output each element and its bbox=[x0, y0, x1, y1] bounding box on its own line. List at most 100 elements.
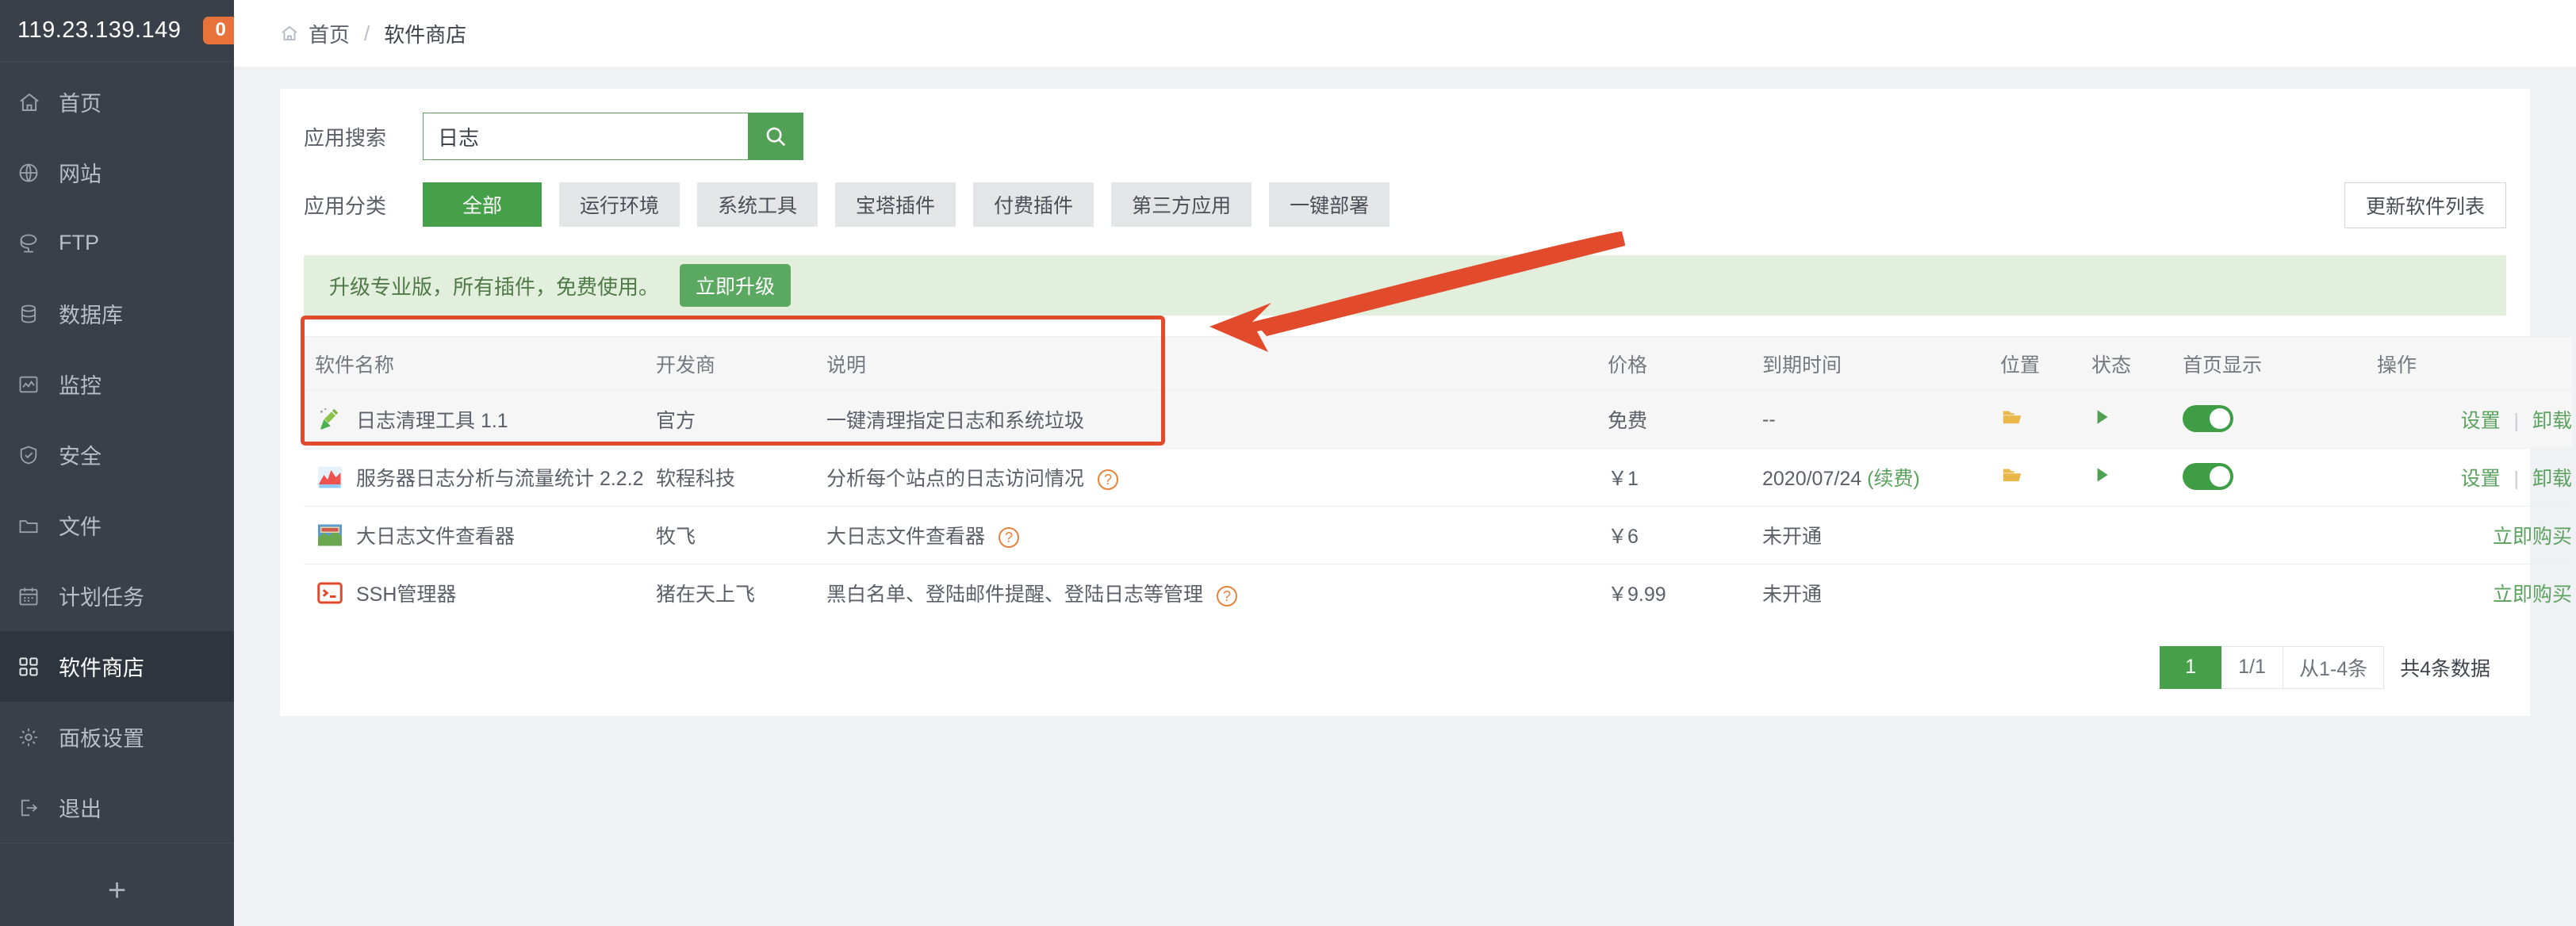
header-expiry: 到期时间 bbox=[1751, 336, 1989, 391]
sidebar-item-label: 安全 bbox=[59, 445, 102, 469]
software-store-panel: 应用搜索 应用分类 全部 运行环境 系统工具 bbox=[280, 89, 2572, 716]
app-description: 分析每个站点的日志访问情况 bbox=[826, 468, 1085, 490]
page-range: 从1-4条 bbox=[2283, 645, 2385, 689]
settings-link[interactable]: 设置 bbox=[2461, 468, 2501, 490]
sidebar-item-database[interactable]: 数据库 bbox=[0, 278, 234, 349]
category-paid-plugins[interactable]: 付费插件 bbox=[973, 182, 1094, 227]
cell-name: 日志清理工具 1.1 bbox=[304, 390, 645, 449]
cell-name: SSH管理器 bbox=[304, 564, 645, 622]
sidebar-item-ftp[interactable]: FTP bbox=[0, 208, 234, 278]
table-row[interactable]: 服务器日志分析与流量统计 2.2.2 软程科技 分析每个站点的日志访问情况 ? … bbox=[304, 448, 2572, 507]
category-buttons: 全部 运行环境 系统工具 宝塔插件 付费插件 第三方应用 一键部署 bbox=[423, 182, 1390, 227]
expiry-value: 2020/07/24 bbox=[1762, 468, 1862, 490]
pagination-group: 1 1/1 从1-4条 共4条数据 bbox=[2160, 645, 2506, 689]
breadcrumb-separator: / bbox=[364, 21, 370, 45]
help-icon[interactable]: ? bbox=[1216, 585, 1237, 606]
sidebar-item-security[interactable]: 安全 bbox=[0, 419, 234, 490]
header-homepage: 首页显示 bbox=[2172, 336, 2366, 391]
page-1-button[interactable]: 1 bbox=[2160, 645, 2222, 689]
help-icon[interactable]: ? bbox=[1097, 469, 1118, 491]
cell-homepage-toggle bbox=[2172, 390, 2366, 449]
sidebar-item-software-store[interactable]: 软件商店 bbox=[0, 631, 234, 702]
open-folder-icon[interactable] bbox=[2000, 405, 2024, 429]
toggle-knob bbox=[2210, 465, 2230, 487]
cell-developer: 软程科技 bbox=[645, 448, 815, 507]
sidebar-item-label: 文件 bbox=[59, 515, 102, 539]
notification-badge[interactable]: 0 bbox=[203, 16, 238, 45]
homepage-display-toggle[interactable] bbox=[2183, 404, 2233, 432]
sidebar-item-files[interactable]: 文件 bbox=[0, 490, 234, 561]
expiry-value: -- bbox=[1762, 408, 1776, 430]
categories-label: 应用分类 bbox=[304, 193, 387, 218]
shield-icon bbox=[17, 444, 51, 466]
breadcrumb-bar: 首页 / 软件商店 bbox=[234, 0, 2576, 67]
cell-homepage-toggle bbox=[2172, 506, 2366, 564]
play-icon[interactable] bbox=[2091, 407, 2112, 427]
header-state: 状态 bbox=[2080, 336, 2172, 391]
uninstall-link[interactable]: 卸载 bbox=[2532, 410, 2572, 432]
cell-operations: 立即购买 bbox=[2366, 564, 2572, 622]
home-icon bbox=[280, 24, 299, 43]
category-runtime[interactable]: 运行环境 bbox=[559, 182, 680, 227]
gear-icon bbox=[17, 726, 51, 748]
category-all[interactable]: 全部 bbox=[423, 182, 542, 227]
search-label: 应用搜索 bbox=[304, 125, 387, 150]
cell-expiry: -- bbox=[1751, 390, 1989, 449]
apps-table: 软件名称 开发商 说明 价格 到期时间 位置 状态 首页显示 操作 日志清理工具… bbox=[304, 336, 2572, 622]
sidebar-item-home[interactable]: 首页 bbox=[0, 67, 234, 137]
table-row[interactable]: 大日志文件查看器 牧飞 大日志文件查看器 ? ￥6 未开通 立即购买 bbox=[304, 506, 2572, 564]
category-bt-plugins[interactable]: 宝塔插件 bbox=[835, 182, 956, 227]
expiry-value: 未开通 bbox=[1762, 526, 1823, 548]
homepage-display-toggle[interactable] bbox=[2183, 462, 2233, 490]
upgrade-now-button[interactable]: 立即升级 bbox=[680, 264, 792, 307]
sidebar-item-label: 计划任务 bbox=[59, 586, 144, 610]
header-operations: 操作 bbox=[2366, 336, 2572, 391]
cell-position bbox=[1989, 448, 2080, 507]
broom-icon bbox=[315, 404, 345, 434]
breadcrumb-home[interactable]: 首页 bbox=[309, 19, 350, 48]
sidebar-item-label: 退出 bbox=[59, 798, 102, 821]
category-system-tools[interactable]: 系统工具 bbox=[697, 182, 818, 227]
search-input[interactable] bbox=[423, 113, 748, 160]
settings-link[interactable]: 设置 bbox=[2461, 410, 2501, 432]
open-folder-icon[interactable] bbox=[2000, 463, 2024, 487]
cell-position bbox=[1989, 390, 2080, 449]
cell-state bbox=[2080, 506, 2172, 564]
app-description: 黑白名单、登陆邮件提醒、登陆日志等管理 bbox=[826, 584, 1204, 606]
cell-description: 一键清理指定日志和系统垃圾 bbox=[815, 390, 1597, 449]
play-icon[interactable] bbox=[2091, 465, 2112, 485]
sidebar-footer: + bbox=[0, 843, 234, 926]
sidebar-item-website[interactable]: 网站 bbox=[0, 137, 234, 208]
category-one-click-deploy[interactable]: 一键部署 bbox=[1269, 182, 1390, 227]
sidebar-item-monitor[interactable]: 监控 bbox=[0, 349, 234, 419]
cell-state bbox=[2080, 390, 2172, 449]
sidebar-item-logout[interactable]: 退出 bbox=[0, 772, 234, 843]
sidebar-item-cron[interactable]: 计划任务 bbox=[0, 561, 234, 631]
apps-table-wrap: 软件名称 开发商 说明 价格 到期时间 位置 状态 首页显示 操作 日志清理工具… bbox=[280, 231, 2572, 622]
cell-description: 大日志文件查看器 ? bbox=[815, 506, 1597, 564]
table-row[interactable]: SSH管理器 猪在天上飞 黑白名单、登陆邮件提醒、登陆日志等管理 ? ￥9.99 bbox=[304, 564, 2572, 622]
help-icon[interactable]: ? bbox=[998, 527, 1019, 549]
update-software-list-button[interactable]: 更新软件列表 bbox=[2344, 182, 2507, 228]
sidebar-item-panel-settings[interactable]: 面板设置 bbox=[0, 702, 234, 772]
category-third-party[interactable]: 第三方应用 bbox=[1111, 182, 1252, 227]
app-description: 一键清理指定日志和系统垃圾 bbox=[826, 410, 1085, 432]
search-box bbox=[423, 113, 803, 160]
buy-now-link[interactable]: 立即购买 bbox=[2493, 526, 2572, 548]
add-button[interactable]: + bbox=[108, 874, 126, 906]
sidebar-item-label: 首页 bbox=[59, 92, 102, 116]
search-button[interactable] bbox=[748, 113, 803, 160]
uninstall-link[interactable]: 卸载 bbox=[2532, 468, 2572, 490]
sidebar-item-label: 面板设置 bbox=[59, 727, 144, 751]
app-name: 服务器日志分析与流量统计 2.2.2 bbox=[356, 468, 644, 490]
expiry-value: 未开通 bbox=[1762, 584, 1823, 606]
table-row[interactable]: 日志清理工具 1.1 官方 一键清理指定日志和系统垃圾 免费 -- 设置 | 卸… bbox=[304, 390, 2572, 449]
apps-table-body: 日志清理工具 1.1 官方 一键清理指定日志和系统垃圾 免费 -- 设置 | 卸… bbox=[304, 390, 2572, 622]
renew-link[interactable]: (续费) bbox=[1867, 468, 1920, 490]
buy-now-link[interactable]: 立即购买 bbox=[2493, 584, 2572, 606]
cell-expiry: 2020/07/24 (续费) bbox=[1751, 448, 1989, 507]
apps-icon bbox=[17, 656, 51, 678]
toggle-knob bbox=[2210, 408, 2230, 429]
operation-separator: | bbox=[2513, 410, 2520, 432]
sidebar-item-label: 监控 bbox=[59, 374, 102, 398]
